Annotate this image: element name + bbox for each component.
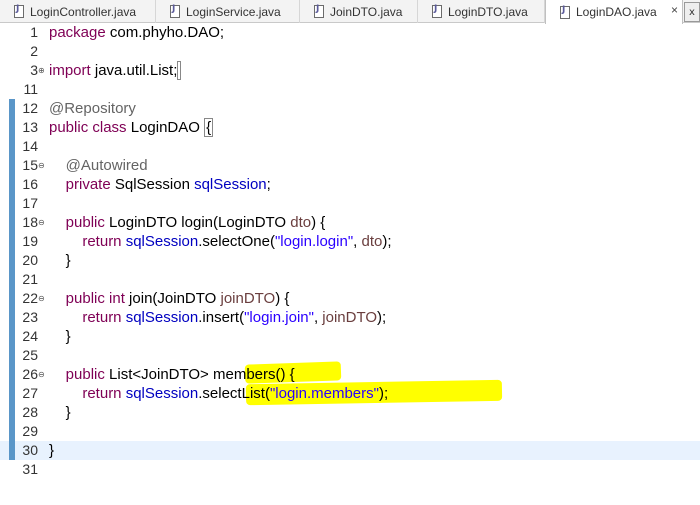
code-line: 21 — [0, 270, 700, 289]
tab-login-controller[interactable]: LoginController.java — [0, 0, 156, 23]
line-number: 23 — [22, 309, 38, 325]
tab-login-dto[interactable]: LoginDTO.java — [418, 0, 545, 23]
code-line: 12 @Repository — [0, 99, 700, 118]
line-number: 2 — [30, 43, 38, 59]
code-line: 28 } — [0, 403, 700, 422]
code-text: } — [49, 442, 55, 459]
line-number: 15 — [22, 157, 38, 173]
fold-collapse-icon[interactable]: ⊖ — [38, 218, 45, 227]
line-number: 30 — [22, 442, 38, 458]
folded-imports-marker[interactable]: ​ — [177, 61, 182, 80]
fold-collapse-icon[interactable]: ⊖ — [38, 370, 45, 379]
code-line: 29 — [0, 422, 700, 441]
code-text: public class LoginDAO { — [49, 118, 214, 137]
code-line: 2 — [0, 42, 700, 61]
line-number: 25 — [22, 347, 38, 363]
fold-collapse-icon[interactable]: ⊖ — [38, 161, 45, 170]
code-text: return sqlSession.selectOne("login.login… — [82, 233, 392, 250]
line-number: 27 — [22, 385, 38, 401]
tab-label: LoginDAO.java — [576, 5, 657, 19]
code-line: 11 — [0, 80, 700, 99]
line-number: 16 — [22, 176, 38, 192]
code-line: 19 return sqlSession.selectOne("login.lo… — [0, 232, 700, 251]
code-line: 20 } — [0, 251, 700, 270]
editor-tab-bar: LoginController.java LoginService.java J… — [0, 0, 700, 24]
code-text: @Autowired — [65, 157, 148, 174]
line-number: 31 — [22, 461, 38, 477]
code-line: 24 } — [0, 327, 700, 346]
code-text: private SqlSession sqlSession; — [65, 176, 271, 193]
tab-login-dao[interactable]: LoginDAO.java × — [545, 0, 683, 24]
line-number: 19 — [22, 233, 38, 249]
line-number: 24 — [22, 328, 38, 344]
java-file-icon — [14, 4, 24, 18]
code-text: public int join(JoinDTO joinDTO) { — [65, 290, 290, 307]
tab-label: JoinDTO.java — [330, 4, 403, 19]
code-text: public LoginDTO login(LoginDTO dto) { — [65, 214, 326, 231]
fold-expand-icon[interactable]: ⊕ — [38, 66, 45, 75]
tab-label: LoginController.java — [30, 4, 137, 19]
code-text: import java.util.List;​ — [49, 61, 182, 80]
code-line-current: 30 } — [0, 441, 700, 460]
line-number: 14 — [22, 138, 38, 154]
code-line: 1 package com.phyho.DAO; — [0, 23, 700, 42]
code-line: 26 ⊖ public List<JoinDTO> members() { — [0, 365, 700, 384]
tab-login-service[interactable]: LoginService.java — [156, 0, 300, 23]
code-line: 3 ⊕ import java.util.List;​ — [0, 61, 700, 80]
code-line: 15 ⊖ @Autowired — [0, 156, 700, 175]
code-text: } — [65, 328, 71, 345]
line-number: 1 — [30, 24, 38, 40]
java-file-icon — [560, 5, 570, 19]
line-number: 17 — [22, 195, 38, 211]
code-line: 23 return sqlSession.insert("login.join"… — [0, 308, 700, 327]
line-number: 13 — [22, 119, 38, 135]
code-text: return sqlSession.selectList("login.memb… — [82, 385, 389, 402]
tab-label: LoginService.java — [186, 4, 281, 19]
line-number: 11 — [23, 81, 38, 97]
code-text: @Repository — [49, 100, 136, 117]
code-line: 25 — [0, 346, 700, 365]
code-editor[interactable]: 1 package com.phyho.DAO; 2 3 ⊕ import ja… — [0, 23, 700, 505]
code-text: return sqlSession.insert("login.join", j… — [82, 309, 387, 326]
line-number: 29 — [22, 423, 38, 439]
line-number: 28 — [22, 404, 38, 420]
line-number: 20 — [22, 252, 38, 268]
tab-overflow-button[interactable]: x — [684, 2, 700, 22]
tab-label: LoginDTO.java — [448, 4, 528, 19]
java-file-icon — [170, 4, 180, 18]
fold-collapse-icon[interactable]: ⊖ — [38, 294, 45, 303]
code-text: package com.phyho.DAO; — [49, 24, 225, 41]
tab-join-dto[interactable]: JoinDTO.java — [300, 0, 418, 23]
code-line: 31 — [0, 460, 700, 479]
code-text: public List<JoinDTO> members() { — [65, 366, 295, 383]
line-number: 18 — [22, 214, 38, 230]
line-number: 22 — [22, 290, 38, 306]
line-number: 3 — [30, 62, 38, 78]
code-text: } — [65, 404, 71, 421]
java-file-icon — [432, 4, 442, 18]
code-line: 22 ⊖ public int join(JoinDTO joinDTO) { — [0, 289, 700, 308]
close-tab-icon[interactable]: × — [671, 3, 678, 17]
code-line: 16 private SqlSession sqlSession; — [0, 175, 700, 194]
code-line: 13 public class LoginDAO { — [0, 118, 700, 137]
line-number: 21 — [22, 271, 38, 287]
line-number: 26 — [22, 366, 38, 382]
line-number: 12 — [22, 100, 38, 116]
code-line: 14 — [0, 137, 700, 156]
code-text: } — [65, 252, 71, 269]
code-line: 27 return sqlSession.selectList("login.m… — [0, 384, 700, 403]
code-line: 17 — [0, 194, 700, 213]
code-line: 18 ⊖ public LoginDTO login(LoginDTO dto)… — [0, 213, 700, 232]
java-file-icon — [314, 4, 324, 18]
